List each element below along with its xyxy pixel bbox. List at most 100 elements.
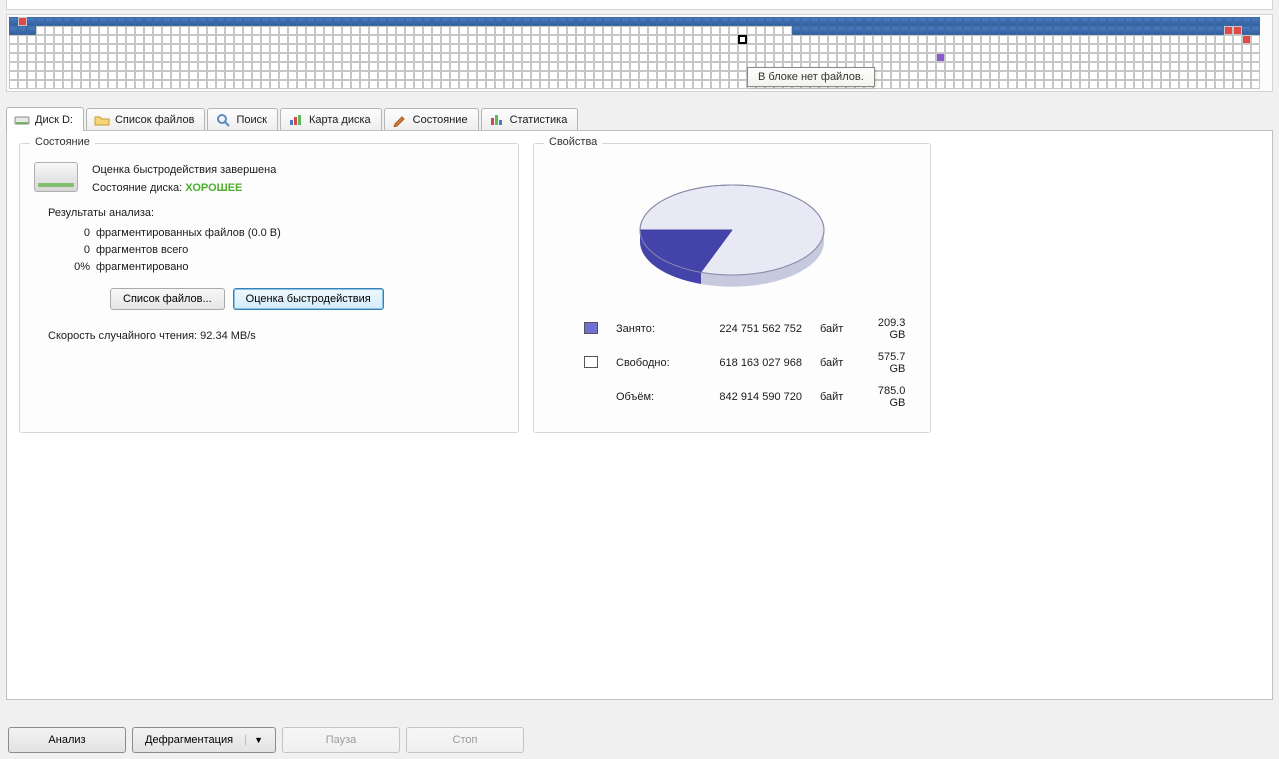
diskmap-cell[interactable] [468, 62, 477, 71]
diskmap-cell[interactable] [909, 80, 918, 89]
diskmap-cell[interactable] [1071, 71, 1080, 80]
diskmap-cell[interactable] [1035, 17, 1044, 26]
diskmap-cell[interactable] [99, 62, 108, 71]
diskmap-cell[interactable] [477, 80, 486, 89]
diskmap-cell[interactable] [756, 35, 765, 44]
diskmap-cell[interactable] [360, 44, 369, 53]
diskmap-cell[interactable] [693, 17, 702, 26]
diskmap-cell[interactable] [999, 62, 1008, 71]
diskmap-cell[interactable] [900, 71, 909, 80]
diskmap-cell[interactable] [207, 53, 216, 62]
diskmap-cell[interactable] [378, 17, 387, 26]
diskmap-cell[interactable] [765, 17, 774, 26]
diskmap-cell[interactable] [540, 17, 549, 26]
diskmap-cell[interactable] [702, 62, 711, 71]
diskmap-cell[interactable] [1008, 26, 1017, 35]
diskmap-cell[interactable] [1053, 62, 1062, 71]
diskmap-cell[interactable] [639, 44, 648, 53]
diskmap-cell[interactable] [927, 26, 936, 35]
diskmap-cell[interactable] [693, 53, 702, 62]
diskmap-cell[interactable] [1107, 17, 1116, 26]
diskmap-cell[interactable] [1080, 17, 1089, 26]
diskmap-cell[interactable] [72, 35, 81, 44]
diskmap-cell[interactable] [1179, 71, 1188, 80]
diskmap-cell[interactable] [252, 17, 261, 26]
diskmap-cell[interactable] [576, 80, 585, 89]
diskmap-cell[interactable] [252, 35, 261, 44]
diskmap-cell[interactable] [576, 62, 585, 71]
diskmap-cell[interactable] [1179, 62, 1188, 71]
diskmap-cell[interactable] [36, 17, 45, 26]
diskmap-cell[interactable] [522, 71, 531, 80]
diskmap-cell[interactable] [1125, 71, 1134, 80]
diskmap-cell[interactable] [198, 53, 207, 62]
diskmap-cell[interactable] [1098, 53, 1107, 62]
diskmap-cell[interactable] [1134, 53, 1143, 62]
diskmap-cell[interactable] [207, 26, 216, 35]
diskmap-cell[interactable] [1161, 71, 1170, 80]
diskmap-cell[interactable] [1215, 26, 1224, 35]
diskmap-cell[interactable] [99, 53, 108, 62]
diskmap-cell[interactable] [1008, 17, 1017, 26]
diskmap-cell[interactable] [720, 80, 729, 89]
diskmap-cell[interactable] [423, 17, 432, 26]
diskmap-cell[interactable] [1107, 80, 1116, 89]
diskmap-cell[interactable] [639, 26, 648, 35]
diskmap-cell[interactable] [918, 26, 927, 35]
diskmap-cell[interactable] [567, 35, 576, 44]
diskmap-cell[interactable] [1242, 71, 1251, 80]
diskmap-cell[interactable] [81, 35, 90, 44]
diskmap-cell[interactable] [216, 80, 225, 89]
diskmap-cell[interactable] [135, 44, 144, 53]
diskmap-cell[interactable] [729, 17, 738, 26]
diskmap-cell[interactable] [936, 53, 945, 62]
diskmap-cell[interactable] [945, 80, 954, 89]
diskmap-cell[interactable] [1098, 71, 1107, 80]
diskmap-cell[interactable] [999, 53, 1008, 62]
diskmap-cell[interactable] [180, 71, 189, 80]
diskmap-cell[interactable] [1026, 26, 1035, 35]
diskmap-cell[interactable] [1143, 62, 1152, 71]
diskmap-cell[interactable] [927, 62, 936, 71]
diskmap-cell[interactable] [630, 53, 639, 62]
diskmap-cell[interactable] [441, 53, 450, 62]
diskmap-cell[interactable] [909, 62, 918, 71]
diskmap-cell[interactable] [1017, 26, 1026, 35]
diskmap-cell[interactable] [189, 71, 198, 80]
diskmap-cell[interactable] [1080, 53, 1089, 62]
diskmap-cell[interactable] [648, 35, 657, 44]
diskmap-cell[interactable] [216, 53, 225, 62]
diskmap-cell[interactable] [243, 62, 252, 71]
diskmap-cell[interactable] [117, 53, 126, 62]
diskmap-cell[interactable] [1179, 35, 1188, 44]
diskmap-cell[interactable] [549, 71, 558, 80]
diskmap-cell[interactable] [108, 17, 117, 26]
diskmap-cell[interactable] [792, 44, 801, 53]
diskmap-cell[interactable] [369, 53, 378, 62]
diskmap-cell[interactable] [45, 17, 54, 26]
diskmap-cell[interactable] [279, 80, 288, 89]
diskmap-cell[interactable] [765, 26, 774, 35]
diskmap-cell[interactable] [954, 71, 963, 80]
diskmap-cell[interactable] [1170, 35, 1179, 44]
diskmap-cell[interactable] [414, 35, 423, 44]
diskmap-cell[interactable] [1251, 62, 1260, 71]
diskmap-cell[interactable] [1170, 26, 1179, 35]
diskmap-cell[interactable] [828, 17, 837, 26]
diskmap-cell[interactable] [1008, 44, 1017, 53]
tab-search[interactable]: Поиск [207, 108, 277, 130]
diskmap-cell[interactable] [801, 26, 810, 35]
diskmap-cell[interactable] [450, 35, 459, 44]
diskmap-cell[interactable] [918, 53, 927, 62]
diskmap-cell[interactable] [126, 44, 135, 53]
diskmap-cell[interactable] [1161, 26, 1170, 35]
diskmap-cell[interactable] [1089, 80, 1098, 89]
diskmap-cell[interactable] [1233, 80, 1242, 89]
diskmap-cell[interactable] [9, 53, 18, 62]
tab-barchart[interactable]: Карта диска [280, 108, 382, 130]
diskmap-cell[interactable] [72, 80, 81, 89]
diskmap-cell[interactable] [180, 62, 189, 71]
diskmap-cell[interactable] [1125, 17, 1134, 26]
diskmap-cell[interactable] [603, 35, 612, 44]
diskmap-cell[interactable] [450, 17, 459, 26]
